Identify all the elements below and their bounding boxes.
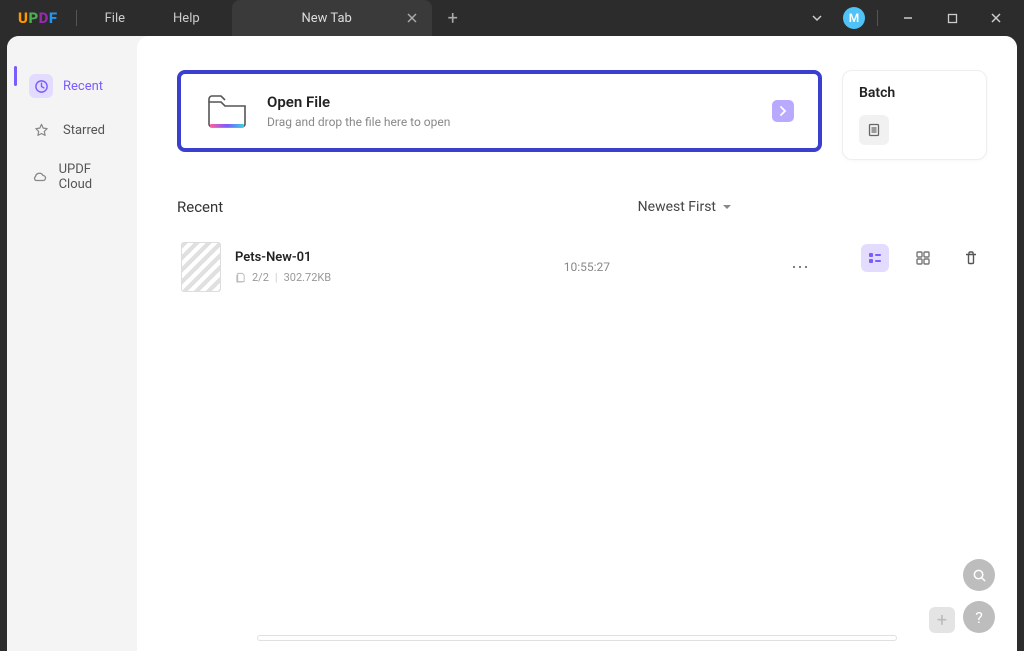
sidebar-item-label: UPDF Cloud [59, 162, 115, 192]
search-icon [972, 568, 987, 583]
chevron-right-icon[interactable] [772, 100, 794, 122]
view-grid-button[interactable] [909, 244, 937, 272]
divider [76, 10, 77, 26]
search-fab[interactable] [963, 559, 995, 591]
tab-new[interactable]: New Tab [232, 0, 432, 36]
add-tab-button[interactable]: + [432, 8, 474, 29]
open-file-subtitle: Drag and drop the file here to open [267, 115, 754, 129]
pages-icon [235, 272, 246, 283]
window-close-button[interactable] [978, 0, 1014, 36]
sidebar-item-label: Starred [63, 123, 105, 138]
sort-dropdown[interactable]: Newest First [638, 199, 732, 215]
file-pages: 2/2 [252, 271, 269, 284]
file-meta: 2/2 | 302.72KB [235, 271, 331, 284]
file-thumbnail [181, 242, 221, 292]
maximize-button[interactable] [934, 0, 970, 36]
chevron-down-icon [722, 203, 732, 211]
sidebar-item-recent[interactable]: Recent [19, 66, 125, 106]
batch-card: Batch [842, 70, 987, 160]
minimize-button[interactable] [890, 0, 926, 36]
delete-button[interactable] [957, 244, 985, 272]
document-stack-icon [866, 122, 882, 138]
close-icon[interactable] [402, 8, 422, 28]
sidebar-item-starred[interactable]: Starred [19, 110, 125, 150]
chevron-down-icon[interactable] [799, 0, 835, 36]
section-title-recent: Recent [177, 198, 223, 216]
add-button[interactable]: + [929, 607, 955, 633]
help-fab[interactable]: ? [963, 601, 995, 633]
view-list-button[interactable] [861, 244, 889, 272]
file-row[interactable]: Pets-New-01 2/2 | 302.72KB 10:55:27 ⋯ [177, 232, 822, 302]
file-time: 10:55:27 [564, 260, 770, 274]
menu-file[interactable]: File [81, 11, 149, 26]
batch-title: Batch [859, 85, 970, 101]
sort-label: Newest First [638, 199, 716, 215]
app-logo: UPDF [0, 9, 72, 27]
file-size: 302.72KB [284, 271, 332, 284]
avatar[interactable]: M [843, 7, 865, 29]
more-icon[interactable]: ⋯ [784, 257, 818, 278]
menu-help[interactable]: Help [149, 11, 224, 26]
titlebar: UPDF File Help New Tab + M [0, 0, 1024, 36]
sidebar-item-label: Recent [63, 79, 103, 94]
content-area: Open File Drag and drop the file here to… [137, 36, 1017, 651]
open-file-title: Open File [267, 93, 754, 111]
cloud-icon [29, 165, 49, 189]
divider [877, 10, 878, 26]
batch-combine-button[interactable] [859, 115, 889, 145]
sidebar-item-cloud[interactable]: UPDF Cloud [19, 154, 125, 200]
trash-icon [963, 250, 979, 266]
sidebar: Recent Starred UPDF Cloud [7, 36, 137, 651]
folder-icon [205, 92, 249, 130]
open-file-card[interactable]: Open File Drag and drop the file here to… [177, 70, 822, 152]
scrollbar-track[interactable] [257, 635, 897, 641]
star-icon [29, 118, 53, 142]
clock-icon [29, 74, 53, 98]
file-name: Pets-New-01 [235, 250, 331, 265]
tab-title: New Tab [252, 11, 402, 26]
active-indicator [14, 66, 17, 86]
